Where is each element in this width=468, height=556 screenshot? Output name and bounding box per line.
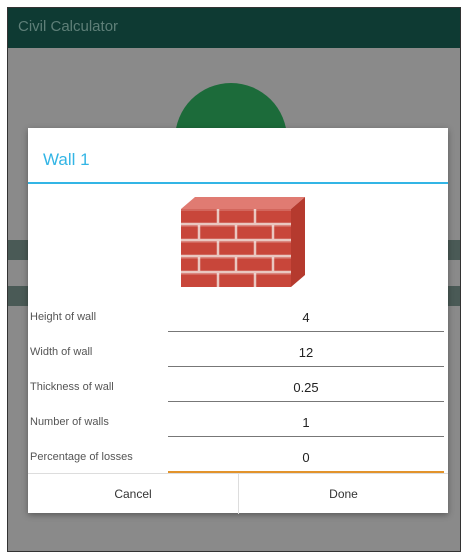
width-input[interactable]: [168, 338, 444, 367]
done-button[interactable]: Done: [238, 474, 448, 514]
thickness-input[interactable]: [168, 373, 444, 402]
height-row: Height of wall: [28, 303, 448, 335]
number-of-walls-row: Number of walls: [28, 408, 448, 440]
app-window: Civil Calculator Wall 1 Height of wall 4…: [7, 7, 461, 552]
thickness-label: Thickness of wall: [30, 381, 114, 393]
cancel-button[interactable]: Cancel: [28, 474, 238, 514]
brick-wall-icon: [181, 197, 305, 287]
dialog-title: Wall 1: [43, 150, 90, 169]
height-input[interactable]: [168, 303, 444, 332]
number-of-walls-label: Number of walls: [30, 416, 109, 428]
width-label: Width of wall: [30, 346, 93, 358]
number-of-walls-input[interactable]: [168, 408, 444, 437]
title-divider: [28, 182, 448, 184]
dialog-button-bar: Cancel Done: [28, 473, 448, 514]
losses-label: Percentage of losses: [30, 451, 133, 463]
app-bar: Civil Calculator: [8, 8, 460, 48]
width-row: Width of wall: [28, 338, 448, 370]
app-title: Civil Calculator: [18, 18, 119, 35]
height-label: Height of wall: [30, 311, 97, 323]
losses-row: Percentage of losses: [28, 443, 448, 475]
wall-dialog: Wall 1 Height of wall 4 Width of wall 12…: [28, 128, 448, 514]
thickness-row: Thickness of wall: [28, 373, 448, 405]
losses-input[interactable]: [168, 443, 444, 473]
